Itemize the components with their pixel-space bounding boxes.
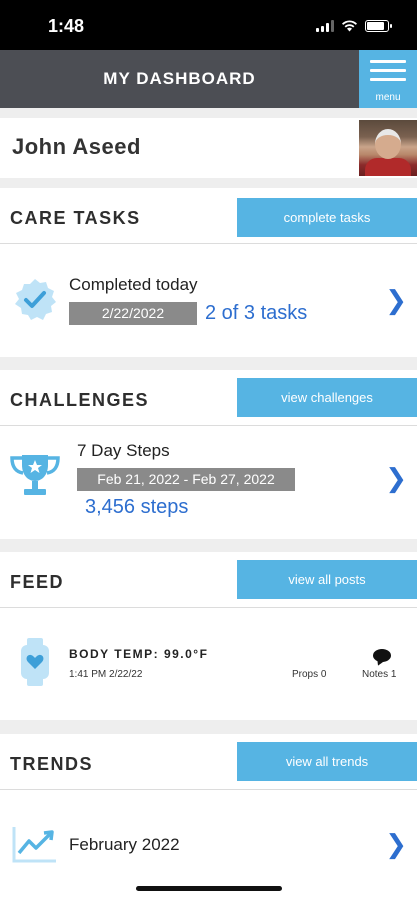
home-indicator (136, 886, 282, 891)
care-tasks-header: CARE TASKS complete tasks (0, 188, 417, 244)
separator (0, 178, 417, 188)
page-title: MY DASHBOARD (103, 69, 256, 88)
separator (0, 108, 417, 118)
separator (0, 539, 417, 552)
signal-icon (316, 20, 334, 32)
trophy-icon (10, 455, 60, 495)
feed-title: FEED (10, 572, 65, 592)
chevron-right-icon[interactable]: ❯ (385, 829, 407, 860)
care-tasks-title: CARE TASKS (10, 208, 141, 228)
challenges-title: CHALLENGES (10, 390, 150, 410)
hamburger-menu-icon (370, 60, 406, 87)
task-count: 2 of 3 tasks (205, 302, 308, 324)
separator (0, 720, 417, 734)
feed-header: FEED view all posts (0, 552, 417, 608)
trends-title: TRENDS (10, 754, 94, 774)
trend-month: February 2022 (69, 835, 180, 854)
trends-header: TRENDS view all trends (0, 734, 417, 790)
chevron-right-icon[interactable]: ❯ (385, 285, 407, 316)
task-date: 2/22/2022 (69, 302, 197, 325)
challenge-name: 7 Day Steps (77, 441, 170, 460)
smartwatch-heart-icon (21, 638, 49, 686)
completed-today-label: Completed today (69, 275, 198, 294)
profile-row: John Aseed (0, 118, 417, 178)
view-challenges-button[interactable]: view challenges (237, 378, 417, 417)
check-badge-icon (15, 279, 56, 320)
status-time: 1:48 (48, 16, 85, 36)
separator (0, 357, 417, 370)
challenges-header: CHALLENGES view challenges (0, 370, 417, 426)
wifi-icon (342, 20, 357, 32)
view-all-trends-button[interactable]: view all trends (237, 742, 417, 781)
props-count[interactable]: Props 0 (292, 669, 326, 680)
challenge-steps: 3,456 steps (85, 496, 189, 518)
app-header: MY DASHBOARD menu (0, 50, 417, 108)
menu-label: menu (375, 92, 401, 103)
complete-tasks-button[interactable]: complete tasks (237, 198, 417, 237)
chevron-right-icon[interactable]: ❯ (385, 463, 407, 494)
speech-bubble-icon[interactable] (373, 649, 391, 662)
menu-button[interactable]: menu (359, 50, 417, 108)
battery-icon (365, 20, 392, 32)
care-tasks-card[interactable]: Completed today 2/22/2022 2 of 3 tasks ❯ (0, 245, 417, 357)
user-name: John Aseed (12, 134, 141, 159)
status-icons (316, 19, 392, 32)
trend-chart-icon (12, 827, 56, 863)
feed-post[interactable]: BODY TEMP: 99.0°F 1:41 PM 2/22/22 Props … (0, 609, 417, 720)
post-time: 1:41 PM 2/22/22 (69, 669, 143, 680)
challenge-date-range: Feb 21, 2022 - Feb 27, 2022 (77, 468, 295, 491)
status-bar: 1:48 (0, 0, 417, 50)
challenge-card[interactable]: 7 Day Steps Feb 21, 2022 - Feb 27, 2022 … (0, 427, 417, 539)
view-all-posts-button[interactable]: view all posts (237, 560, 417, 599)
post-title: BODY TEMP: 99.0°F (69, 647, 209, 661)
trend-card[interactable]: February 2022 ❯ (0, 791, 417, 900)
notes-count[interactable]: Notes 1 (362, 669, 396, 680)
avatar[interactable] (359, 120, 417, 176)
